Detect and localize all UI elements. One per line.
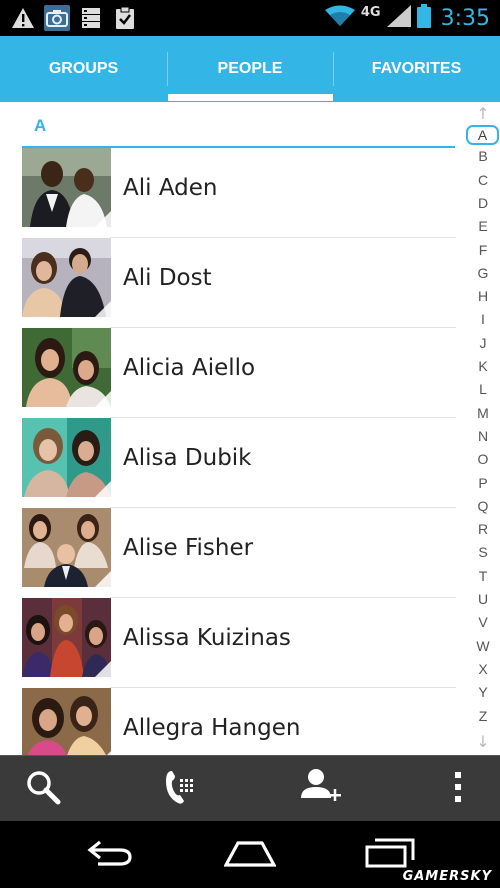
alpha-index-letter[interactable]: M — [466, 405, 500, 421]
scroll-up-arrow: ↑ — [476, 104, 490, 123]
contact-row[interactable]: Ali Aden — [22, 148, 456, 238]
alpha-index-letter[interactable]: W — [466, 638, 500, 654]
system-status: 4G 3:35 — [324, 0, 490, 36]
clock: 3:35 — [440, 5, 490, 31]
camera-icon — [44, 5, 70, 31]
recents-icon — [365, 838, 415, 872]
search-icon — [25, 769, 61, 809]
alpha-index-letter[interactable]: F — [466, 242, 500, 258]
alpha-index-letter[interactable]: S — [466, 544, 500, 560]
contact-row[interactable]: Alissa Kuizinas — [22, 598, 456, 688]
clipboard-icon — [112, 5, 138, 31]
network-type-label: 4G — [360, 4, 381, 20]
search-button[interactable] — [8, 756, 78, 822]
home-button[interactable] — [210, 821, 290, 888]
contact-row[interactable]: Alicia Aiello — [22, 328, 456, 418]
contact-photo — [22, 688, 111, 755]
navigation-bar: GAMERSKY — [0, 821, 500, 888]
contact-row[interactable]: Ali Dost — [22, 238, 456, 328]
alpha-index-letter[interactable]: Y — [466, 684, 500, 700]
signal-icon — [386, 5, 411, 31]
dialpad-button[interactable] — [146, 756, 216, 822]
back-icon — [86, 838, 134, 872]
add-contact-button[interactable] — [286, 756, 356, 822]
contact-photo — [22, 508, 111, 587]
alpha-index-letter[interactable]: D — [466, 195, 500, 211]
bottom-action-bar — [0, 755, 500, 821]
alpha-index-letter[interactable]: V — [466, 614, 500, 630]
alpha-index-letter[interactable]: T — [466, 568, 500, 584]
alpha-index-letter[interactable]: I — [466, 311, 500, 327]
alpha-index-letter[interactable]: O — [466, 451, 500, 467]
battery-icon — [416, 4, 431, 32]
alpha-index-letter[interactable]: A — [466, 125, 499, 145]
alpha-index-letter[interactable]: X — [466, 661, 500, 677]
back-button[interactable] — [70, 821, 150, 888]
tab-people[interactable]: PEOPLE — [167, 36, 333, 102]
watermark: GAMERSKY — [402, 869, 492, 884]
contact-photo — [22, 148, 111, 227]
contact-photo — [22, 418, 111, 497]
contact-row[interactable]: Allegra Hangen — [22, 688, 456, 755]
contact-name: Alise Fisher — [123, 534, 254, 561]
alpha-index-letter[interactable]: C — [466, 172, 500, 188]
section-header: A — [22, 102, 458, 148]
alpha-index-letter[interactable]: H — [466, 288, 500, 304]
contact-row[interactable]: Alisa Dubik — [22, 418, 456, 508]
alpha-index-letter[interactable]: L — [466, 381, 500, 397]
selected-tab-indicator — [168, 94, 333, 101]
notification-icons — [10, 5, 138, 31]
alpha-index-letter[interactable]: E — [466, 218, 500, 234]
alpha-index-letter[interactable]: R — [466, 521, 500, 537]
alpha-index-letter[interactable]: Z — [466, 708, 500, 724]
alpha-index-letter[interactable]: P — [466, 475, 500, 491]
alpha-index-letter[interactable]: N — [466, 428, 500, 444]
tab-favorites[interactable]: FAVORITES — [333, 36, 500, 102]
contact-name: Allegra Hangen — [123, 714, 301, 741]
contact-photo — [22, 328, 111, 407]
home-icon — [223, 839, 277, 871]
overflow-menu-button[interactable] — [430, 756, 486, 822]
tab-groups[interactable]: GROUPS — [0, 36, 167, 102]
tab-bar: GROUPS PEOPLE FAVORITES — [0, 36, 500, 102]
alpha-index-letter[interactable]: J — [466, 335, 500, 351]
warning-icon — [10, 5, 36, 31]
contact-name: Ali Aden — [123, 174, 218, 201]
contact-name: Alisa Dubik — [123, 444, 252, 471]
alpha-index-letter[interactable]: B — [466, 148, 500, 164]
alphabet-index[interactable]: ↑ ABCDEFGHIJKLMNOPQRSTUVWXYZ ↓ — [466, 104, 500, 754]
alpha-index-letter[interactable]: G — [466, 265, 500, 281]
storage-icon — [78, 5, 104, 31]
contact-list[interactable]: A Ali Aden Ali Dost Alicia Aiello Alisa … — [0, 102, 500, 755]
contact-name: Ali Dost — [123, 264, 212, 291]
overflow-menu-icon — [453, 771, 463, 807]
alpha-index-letter[interactable]: K — [466, 358, 500, 374]
status-bar: 4G 3:35 — [0, 0, 500, 36]
contact-name: Alicia Aiello — [123, 354, 256, 381]
alpha-index-letter[interactable]: U — [466, 591, 500, 607]
add-contact-icon — [301, 768, 341, 810]
section-header-letter: A — [34, 116, 47, 135]
contact-name: Alissa Kuizinas — [123, 624, 291, 651]
scroll-down-arrow: ↓ — [476, 732, 490, 751]
contact-row[interactable]: Alise Fisher — [22, 508, 456, 598]
contacts-screen: 4G 3:35 GROUPS PEOPLE FAVORITES A Ali Ad… — [0, 0, 500, 888]
contact-photo — [22, 598, 111, 677]
contact-photo — [22, 238, 111, 317]
wifi-icon — [324, 5, 355, 31]
alpha-index-letter[interactable]: Q — [466, 498, 500, 514]
dialpad-icon — [166, 769, 196, 809]
